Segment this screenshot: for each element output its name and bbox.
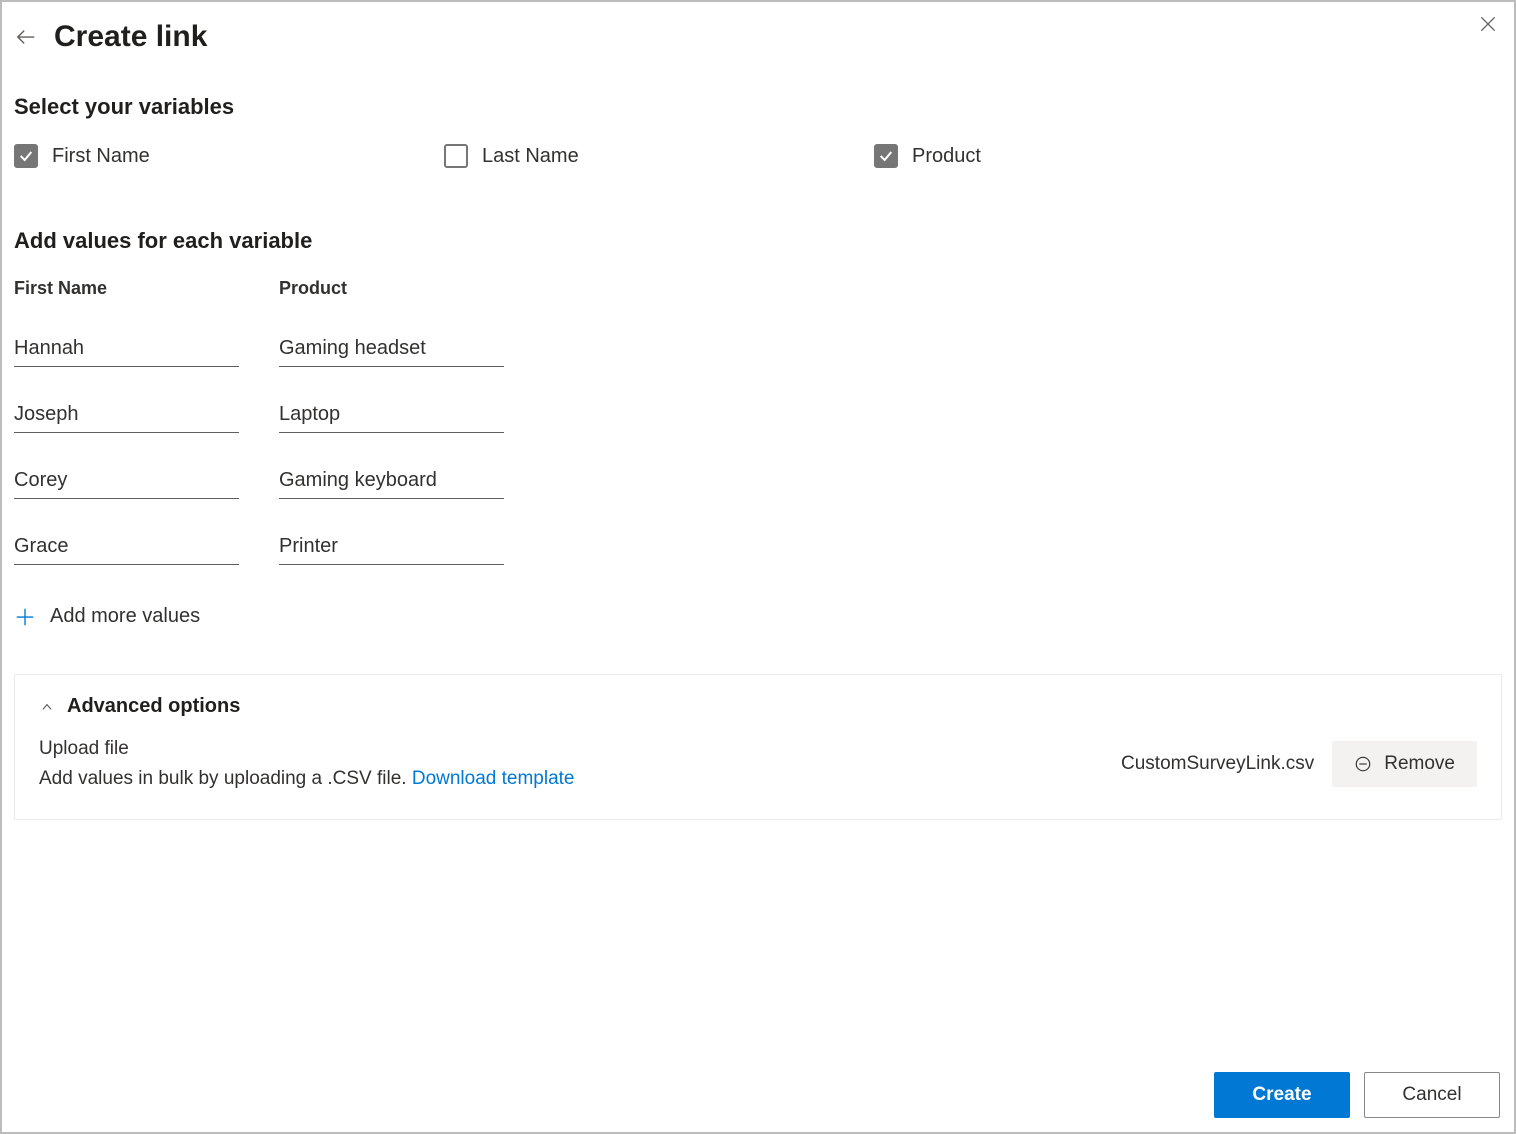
first-name-input[interactable]	[14, 529, 239, 565]
product-input[interactable]	[279, 331, 504, 367]
column-first-name: First Name	[14, 278, 239, 595]
chevron-up-icon	[39, 699, 55, 715]
first-name-input[interactable]	[14, 397, 239, 433]
download-template-link[interactable]: Download template	[412, 768, 575, 789]
advanced-options-card: Advanced options Upload file Add values …	[14, 674, 1502, 820]
upload-description: Add values in bulk by uploading a .CSV f…	[39, 768, 412, 789]
first-name-input[interactable]	[14, 331, 239, 367]
header: Create link	[14, 20, 1502, 54]
remove-icon	[1354, 755, 1372, 773]
advanced-options-toggle[interactable]: Advanced options	[39, 695, 1477, 718]
variable-first-name[interactable]: First Name	[14, 144, 444, 168]
advanced-description: Upload file Add values in bulk by upload…	[39, 734, 575, 795]
remove-label: Remove	[1384, 753, 1455, 775]
variable-label: Last Name	[482, 145, 579, 168]
add-more-values-button[interactable]: Add more values	[14, 605, 1502, 628]
variable-product[interactable]: Product	[874, 144, 1304, 168]
close-icon[interactable]	[1476, 12, 1500, 36]
variable-label: Product	[912, 145, 981, 168]
column-header: First Name	[14, 278, 239, 299]
checkbox-product[interactable]	[874, 144, 898, 168]
variable-last-name[interactable]: Last Name	[444, 144, 874, 168]
product-input[interactable]	[279, 463, 504, 499]
footer-buttons: Create Cancel	[1214, 1072, 1500, 1118]
create-button[interactable]: Create	[1214, 1072, 1350, 1118]
product-input[interactable]	[279, 397, 504, 433]
checkbox-last-name[interactable]	[444, 144, 468, 168]
uploaded-filename: CustomSurveyLink.csv	[1121, 753, 1314, 775]
add-values-heading: Add values for each variable	[14, 228, 1502, 254]
variable-label: First Name	[52, 145, 150, 168]
add-more-label: Add more values	[50, 605, 200, 628]
checkbox-first-name[interactable]	[14, 144, 38, 168]
product-input[interactable]	[279, 529, 504, 565]
back-arrow-icon[interactable]	[14, 25, 38, 49]
remove-file-button[interactable]: Remove	[1332, 741, 1477, 787]
plus-icon	[14, 606, 36, 628]
first-name-input[interactable]	[14, 463, 239, 499]
advanced-options-title: Advanced options	[67, 695, 240, 718]
cancel-button[interactable]: Cancel	[1364, 1072, 1500, 1118]
select-variables-heading: Select your variables	[14, 94, 1502, 120]
column-header: Product	[279, 278, 504, 299]
values-table: First Name Product	[14, 278, 1502, 595]
column-product: Product	[279, 278, 504, 595]
upload-file-label: Upload file	[39, 734, 575, 764]
variables-row: First Name Last Name Product	[14, 144, 1502, 168]
page-title: Create link	[54, 20, 207, 54]
